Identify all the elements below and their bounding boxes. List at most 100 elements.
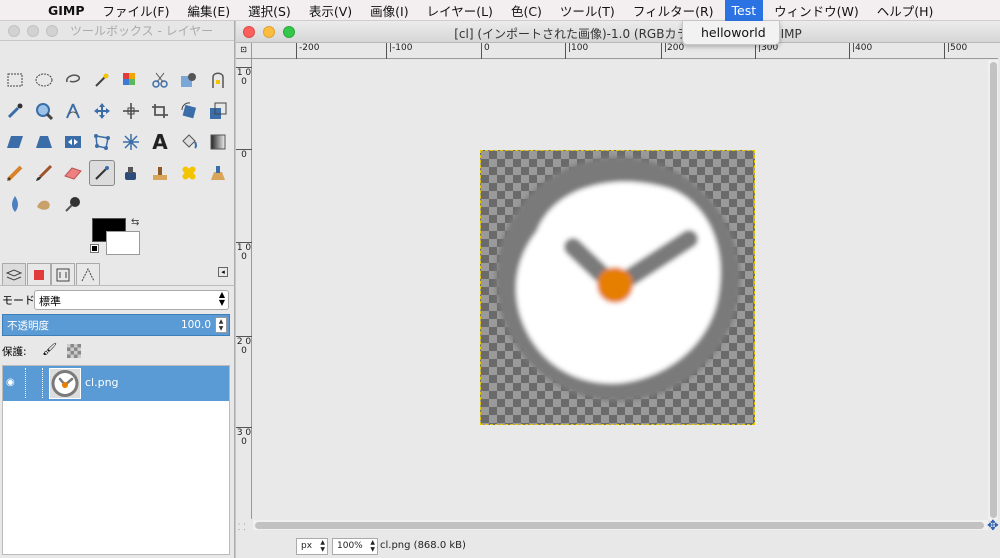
layer-row[interactable]: ◉ cl.png xyxy=(3,366,229,401)
lock-alpha-icon[interactable] xyxy=(67,344,81,358)
toolbox-window: ツールボックス - レイヤー A ⇆ ◂ モード: 標準 ▲ ▼ 不透明度 10… xyxy=(0,21,235,558)
menu-image[interactable]: 画像(I) xyxy=(370,1,408,20)
horizontal-ruler[interactable]: -200 |-100 0 |100 |200 |300 |400 |500 xyxy=(252,43,998,59)
swap-colors-icon[interactable]: ⇆ xyxy=(131,217,139,228)
perspective-icon[interactable] xyxy=(31,129,57,155)
toolbox-title: ツールボックス - レイヤー xyxy=(70,24,214,38)
paths-tab-icon[interactable] xyxy=(51,263,75,285)
bucket-fill-icon[interactable] xyxy=(176,129,202,155)
navigate-icon[interactable]: ✥ xyxy=(987,518,999,534)
rotate-icon[interactable] xyxy=(176,98,202,124)
paintbrush-icon[interactable] xyxy=(31,160,57,186)
unit-select[interactable]: px ▲ ▼ xyxy=(296,538,328,555)
scissors-icon[interactable] xyxy=(147,67,173,93)
lock-pixels-icon[interactable]: 🖌 xyxy=(42,342,57,356)
measure-icon[interactable] xyxy=(60,98,86,124)
chain-icon[interactable] xyxy=(25,368,43,398)
fuzzy-select-icon[interactable] xyxy=(89,67,115,93)
menu-help[interactable]: ヘルプ(H) xyxy=(877,1,934,20)
opacity-spin-icon[interactable]: ▲ ▼ xyxy=(215,317,227,333)
eraser-icon[interactable] xyxy=(60,160,86,186)
menu-colors[interactable]: 色(C) xyxy=(511,1,542,20)
ruler-tick: 1 0 0 xyxy=(236,67,252,87)
opacity-slider[interactable]: 不透明度 100.0 ▲ ▼ xyxy=(2,314,230,336)
flip-icon[interactable] xyxy=(60,129,86,155)
smudge-icon[interactable] xyxy=(31,191,57,217)
lock-row: 保護: 🖌 xyxy=(2,342,81,360)
airbrush-icon[interactable] xyxy=(89,160,115,186)
image-layer[interactable] xyxy=(480,150,755,425)
by-color-select-icon[interactable] xyxy=(118,67,144,93)
close-button[interactable] xyxy=(8,24,20,37)
ruler-corner[interactable]: ⊡ xyxy=(236,43,252,59)
rect-select-icon[interactable] xyxy=(2,67,28,93)
move-icon[interactable] xyxy=(89,98,115,124)
app-menu[interactable]: GIMP xyxy=(48,3,85,18)
horizontal-scrollbar[interactable] xyxy=(253,520,988,530)
channels-tab-icon[interactable] xyxy=(27,263,51,285)
align-icon[interactable] xyxy=(118,98,144,124)
horizontal-scroll-thumb[interactable] xyxy=(255,522,984,529)
mode-value: 標準 xyxy=(39,295,61,308)
zoom-button[interactable] xyxy=(46,24,58,37)
tool-grid: A xyxy=(2,67,232,222)
foreground-select-icon[interactable] xyxy=(176,67,202,93)
layers-tab-icon[interactable] xyxy=(2,263,26,285)
menu-test[interactable]: Test xyxy=(724,0,764,21)
ink-icon[interactable] xyxy=(118,160,144,186)
eye-icon[interactable]: ◉ xyxy=(6,377,20,388)
layers-list: ◉ cl.png xyxy=(2,365,230,555)
perspective-clone-icon[interactable] xyxy=(205,160,231,186)
text-icon[interactable]: A xyxy=(147,129,173,155)
menubar: GIMP ファイル(F) 編集(E) 選択(S) 表示(V) 画像(I) レイヤ… xyxy=(0,0,1000,21)
ruler-tick: 2 0 0 xyxy=(236,336,252,356)
default-colors-icon[interactable] xyxy=(90,244,99,253)
menu-select[interactable]: 選択(S) xyxy=(248,1,291,20)
menu-view[interactable]: 表示(V) xyxy=(309,1,352,20)
shear-icon[interactable] xyxy=(2,129,28,155)
dodge-burn-icon[interactable] xyxy=(60,191,86,217)
lock-label: 保護: xyxy=(2,345,27,358)
ruler-tick: 3 0 0 xyxy=(236,427,252,447)
free-select-icon[interactable] xyxy=(60,67,86,93)
ruler-tick: |200 xyxy=(661,43,684,59)
menu-file[interactable]: ファイル(F) xyxy=(103,1,170,20)
menu-layer[interactable]: レイヤー(L) xyxy=(427,1,493,20)
zoom-icon[interactable] xyxy=(31,98,57,124)
vertical-scroll-thumb[interactable] xyxy=(990,62,997,518)
blend-icon[interactable] xyxy=(205,129,231,155)
cage-icon[interactable] xyxy=(89,129,115,155)
zoom-value: 100% xyxy=(337,541,363,551)
clone-icon[interactable] xyxy=(147,160,173,186)
menu-edit[interactable]: 編集(E) xyxy=(187,1,230,20)
select-arrows-icon: ▲ ▼ xyxy=(320,539,325,553)
paths-icon[interactable] xyxy=(205,67,231,93)
opacity-label: 不透明度 xyxy=(7,319,49,332)
menu-item-helloworld[interactable]: helloworld xyxy=(701,25,766,40)
menu-windows[interactable]: ウィンドウ(W) xyxy=(774,1,859,20)
vertical-scrollbar[interactable] xyxy=(988,60,998,520)
ruler-tick: |500 xyxy=(944,43,967,59)
minimize-button[interactable] xyxy=(27,24,39,37)
menu-tools[interactable]: ツール(T) xyxy=(560,1,615,20)
mode-row: モード: 標準 ▲ ▼ xyxy=(0,289,235,311)
zoom-select[interactable]: 100% ▲ ▼ xyxy=(332,538,378,555)
opacity-value: 100.0 xyxy=(180,319,211,331)
heal-icon[interactable] xyxy=(176,160,202,186)
menu-filters[interactable]: フィルター(R) xyxy=(633,1,714,20)
scale-icon[interactable] xyxy=(205,98,231,124)
vertical-ruler[interactable]: 1 0 0 0 1 0 0 2 0 0 3 0 0 xyxy=(236,59,252,519)
background-color-swatch[interactable] xyxy=(106,231,140,255)
ellipse-select-icon[interactable] xyxy=(31,67,57,93)
ruler-tick: -200 xyxy=(296,43,319,59)
pencil-icon[interactable] xyxy=(2,160,28,186)
image-canvas[interactable] xyxy=(253,60,988,520)
undo-history-tab-icon[interactable] xyxy=(76,263,100,285)
blur-icon[interactable] xyxy=(2,191,28,217)
color-picker-icon[interactable] xyxy=(2,98,28,124)
quick-mask-icon[interactable]: ⸬ xyxy=(238,520,245,533)
unified-transform-icon[interactable] xyxy=(118,129,144,155)
mode-select[interactable]: 標準 ▲ ▼ xyxy=(34,290,229,310)
panel-menu-icon[interactable]: ◂ xyxy=(218,267,228,277)
crop-icon[interactable] xyxy=(147,98,173,124)
